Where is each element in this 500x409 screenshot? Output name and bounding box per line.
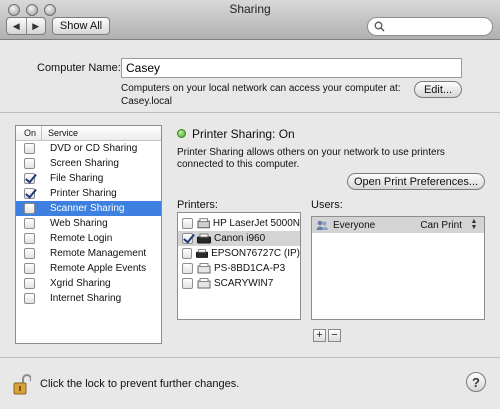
printer-name: EPSON76727C (IP) (211, 248, 300, 259)
service-status: Printer Sharing: On (192, 127, 295, 141)
add-user-button[interactable]: + (313, 329, 326, 342)
service-checkbox[interactable] (24, 143, 35, 154)
minimize-window-button[interactable] (26, 4, 38, 16)
computer-name-field[interactable] (121, 58, 462, 78)
service-name: Remote Login (50, 233, 113, 244)
service-name: Web Sharing (50, 218, 108, 229)
service-row[interactable]: File Sharing (16, 171, 161, 186)
user-permission-popup[interactable]: Can Print (420, 220, 462, 231)
printer-checkbox[interactable] (182, 248, 192, 259)
zoom-window-button[interactable] (44, 4, 56, 16)
service-name: Internet Sharing (50, 293, 122, 304)
service-checkbox[interactable] (24, 158, 35, 169)
service-row[interactable]: Scanner Sharing (16, 201, 161, 216)
service-checkbox[interactable] (24, 278, 35, 289)
printer-name: SCARYWIN7 (214, 278, 274, 289)
divider (0, 112, 500, 113)
service-name: DVD or CD Sharing (50, 143, 138, 154)
service-name: File Sharing (50, 173, 104, 184)
service-checkbox[interactable] (24, 233, 35, 244)
service-name: Printer Sharing (50, 188, 117, 199)
printer-row[interactable]: Canon i960 (178, 231, 300, 246)
remove-user-button[interactable]: − (328, 329, 341, 342)
service-checkbox[interactable] (24, 218, 35, 229)
users-label: Users: (311, 199, 343, 211)
service-checkbox[interactable] (24, 293, 35, 304)
printer-name: PS-8BD1CA-P3 (214, 263, 286, 274)
service-checkbox[interactable] (24, 248, 35, 259)
open-print-preferences-button[interactable]: Open Print Preferences... (347, 173, 485, 190)
service-description: Printer Sharing allows others on your ne… (177, 147, 445, 170)
magnifier-icon (374, 21, 385, 32)
printer-checkbox[interactable] (182, 233, 193, 244)
service-name: Xgrid Sharing (50, 278, 111, 289)
printer-name: HP LaserJet 5000N (212, 218, 300, 229)
lock-message: Click the lock to prevent further change… (40, 378, 240, 390)
service-name: Scanner Sharing (50, 203, 125, 214)
services-header: On Service (16, 126, 161, 141)
service-row[interactable]: Xgrid Sharing (16, 276, 161, 291)
services-list: On Service DVD or CD Sharing Screen Shari… (15, 125, 162, 344)
service-row[interactable]: DVD or CD Sharing (16, 141, 161, 156)
column-header-service[interactable]: Service (42, 126, 78, 140)
column-header-on[interactable]: On (16, 126, 42, 140)
service-row[interactable]: Internet Sharing (16, 291, 161, 306)
inkjet-printer-icon (195, 249, 209, 258)
printers-list: HP LaserJet 5000N Canon i960 EPSON76727C (… (177, 212, 301, 320)
service-name: Screen Sharing (50, 158, 119, 169)
service-name: Remote Management (50, 248, 147, 259)
status-indicator-icon (177, 129, 186, 138)
printer-row[interactable]: HP LaserJet 5000N (178, 216, 300, 231)
printer-checkbox[interactable] (182, 278, 193, 289)
computer-name-info-line1: Computers on your local network can acce… (121, 83, 401, 94)
service-row[interactable]: Remote Apple Events (16, 261, 161, 276)
printer-row[interactable]: EPSON76727C (IP) (178, 246, 300, 261)
service-row[interactable]: Web Sharing (16, 216, 161, 231)
inkjet-printer-icon (197, 233, 211, 244)
service-row[interactable]: Screen Sharing (16, 156, 161, 171)
user-name: Everyone (333, 219, 376, 231)
service-row[interactable]: Remote Management (16, 246, 161, 261)
computer-name-info-line2: Casey.local (121, 96, 172, 107)
right-arrow-icon[interactable]: ▶ (27, 18, 46, 34)
service-checkbox[interactable] (24, 203, 35, 214)
printer-row[interactable]: SCARYWIN7 (178, 276, 300, 291)
service-checkbox[interactable] (24, 173, 35, 184)
window-title: Sharing (229, 2, 271, 16)
printer-icon (197, 263, 211, 274)
title-bar: Sharing ◀ ▶ Show All (0, 0, 500, 40)
back-forward-control: ◀ ▶ (6, 17, 46, 35)
users-list: Everyone Can Print ▲ ▼ (311, 216, 485, 320)
printers-label: Printers: (177, 199, 218, 211)
service-checkbox[interactable] (24, 263, 35, 274)
show-all-button[interactable]: Show All (52, 17, 110, 35)
computer-name-info: Computers on your local network can acce… (121, 82, 401, 108)
edit-button[interactable]: Edit... (414, 81, 462, 98)
open-lock-icon[interactable] (13, 373, 31, 395)
laser-printer-icon (197, 218, 210, 229)
printer-checkbox[interactable] (182, 263, 193, 274)
footer-divider (0, 357, 500, 358)
printer-row[interactable]: PS-8BD1CA-P3 (178, 261, 300, 276)
service-checkbox[interactable] (24, 188, 35, 199)
printer-checkbox[interactable] (182, 218, 193, 229)
help-button[interactable]: ? (466, 372, 486, 392)
close-window-button[interactable] (8, 4, 20, 16)
printer-icon (197, 278, 211, 289)
search-field[interactable] (367, 17, 493, 36)
group-icon (316, 220, 328, 230)
computer-name-label: Computer Name: (37, 62, 121, 74)
service-name: Remote Apple Events (50, 263, 147, 274)
service-row[interactable]: Printer Sharing (16, 186, 161, 201)
user-row[interactable]: Everyone Can Print ▲ ▼ (312, 217, 484, 233)
service-row[interactable]: Remote Login (16, 231, 161, 246)
popup-arrows-icon: ▲ ▼ (470, 218, 478, 231)
printer-name: Canon i960 (214, 233, 266, 244)
search-input[interactable] (389, 20, 489, 33)
left-arrow-icon[interactable]: ◀ (7, 18, 27, 34)
